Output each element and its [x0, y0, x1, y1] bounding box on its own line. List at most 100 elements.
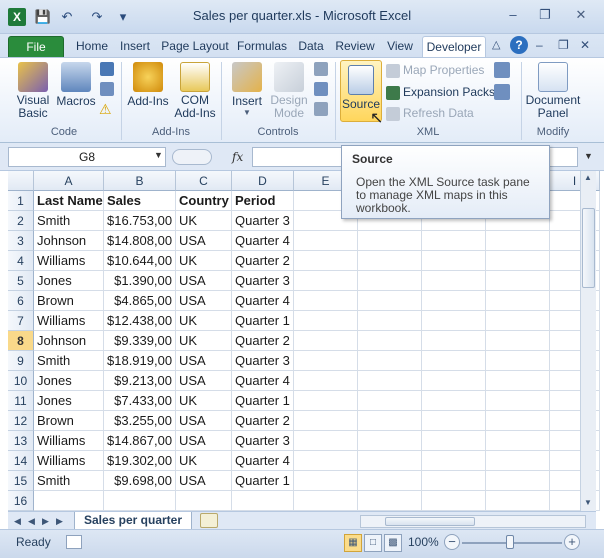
- row-header[interactable]: 15: [8, 471, 34, 491]
- cell[interactable]: [294, 231, 358, 251]
- tab-page-layout[interactable]: Page Layout: [158, 36, 232, 58]
- first-sheet-icon[interactable]: ◀: [12, 514, 23, 528]
- cell[interactable]: Smith: [34, 471, 104, 491]
- macros-button[interactable]: Macros: [56, 62, 96, 108]
- cell[interactable]: UK: [176, 311, 232, 331]
- cell[interactable]: Quarter 3: [232, 211, 294, 231]
- row-header[interactable]: 8: [8, 331, 34, 351]
- cell[interactable]: USA: [176, 351, 232, 371]
- cell[interactable]: [422, 351, 486, 371]
- cell[interactable]: [486, 231, 550, 251]
- cell[interactable]: Quarter 1: [232, 391, 294, 411]
- cell[interactable]: [294, 431, 358, 451]
- scroll-down-icon[interactable]: ▼: [584, 498, 592, 507]
- macro-security-icon[interactable]: ⚠: [99, 102, 115, 116]
- cell[interactable]: Williams: [34, 311, 104, 331]
- chevron-down-icon[interactable]: ▼: [154, 150, 163, 160]
- horizontal-scrollbar[interactable]: [360, 515, 586, 528]
- cell[interactable]: [486, 311, 550, 331]
- view-code-icon[interactable]: [314, 82, 328, 96]
- cell[interactable]: [422, 491, 486, 511]
- cell[interactable]: $14.808,00: [104, 231, 176, 251]
- cell[interactable]: $14.867,00: [104, 431, 176, 451]
- cell[interactable]: Quarter 2: [232, 251, 294, 271]
- cell[interactable]: Brown: [34, 291, 104, 311]
- column-header[interactable]: C: [176, 171, 232, 191]
- tab-home[interactable]: Home: [70, 36, 114, 58]
- cell[interactable]: [232, 491, 294, 511]
- cell[interactable]: Quarter 2: [232, 411, 294, 431]
- cell[interactable]: Quarter 4: [232, 231, 294, 251]
- cell[interactable]: [358, 411, 422, 431]
- cell[interactable]: [422, 231, 486, 251]
- column-header[interactable]: A: [34, 171, 104, 191]
- vertical-scroll-thumb[interactable]: [582, 208, 595, 288]
- tab-view[interactable]: View: [380, 36, 420, 58]
- cell[interactable]: [294, 471, 358, 491]
- last-sheet-icon[interactable]: ▶: [54, 514, 65, 528]
- cell[interactable]: [486, 391, 550, 411]
- prev-sheet-icon[interactable]: ◀: [26, 514, 37, 528]
- cell[interactable]: [294, 351, 358, 371]
- cell[interactable]: Country: [176, 191, 232, 211]
- help-icon[interactable]: ?: [510, 36, 528, 54]
- cell[interactable]: [486, 371, 550, 391]
- cell[interactable]: Quarter 4: [232, 291, 294, 311]
- cell[interactable]: Quarter 3: [232, 271, 294, 291]
- cell[interactable]: [104, 491, 176, 511]
- cell[interactable]: [294, 311, 358, 331]
- relative-references-icon[interactable]: [100, 82, 114, 96]
- cell[interactable]: [358, 391, 422, 411]
- cell[interactable]: [294, 491, 358, 511]
- cell[interactable]: $3.255,00: [104, 411, 176, 431]
- cell[interactable]: [422, 371, 486, 391]
- expand-formula-bar-icon[interactable]: ▼: [584, 151, 593, 161]
- cell[interactable]: Quarter 2: [232, 331, 294, 351]
- zoom-slider-thumb[interactable]: [506, 535, 514, 549]
- cell[interactable]: [358, 271, 422, 291]
- cell[interactable]: UK: [176, 331, 232, 351]
- cell[interactable]: [176, 491, 232, 511]
- cell[interactable]: [358, 311, 422, 331]
- cell[interactable]: Williams: [34, 451, 104, 471]
- cell[interactable]: USA: [176, 471, 232, 491]
- design-mode-button[interactable]: Design Mode: [268, 62, 310, 120]
- row-header[interactable]: 12: [8, 411, 34, 431]
- workbook-minimize-icon[interactable]: –: [536, 38, 543, 52]
- row-header[interactable]: 5: [8, 271, 34, 291]
- import-icon[interactable]: [494, 62, 510, 78]
- workbook-restore-icon[interactable]: ❐: [558, 38, 569, 52]
- horizontal-scroll-thumb[interactable]: [385, 517, 475, 526]
- cell[interactable]: $4.865,00: [104, 291, 176, 311]
- cell[interactable]: [486, 491, 550, 511]
- cell[interactable]: USA: [176, 231, 232, 251]
- cell[interactable]: UK: [176, 451, 232, 471]
- cell[interactable]: [294, 371, 358, 391]
- cell[interactable]: [294, 451, 358, 471]
- cell[interactable]: Last Name: [34, 191, 104, 211]
- row-header[interactable]: 2: [8, 211, 34, 231]
- row-header[interactable]: 10: [8, 371, 34, 391]
- cell[interactable]: UK: [176, 391, 232, 411]
- cell[interactable]: [486, 451, 550, 471]
- cell[interactable]: [358, 491, 422, 511]
- cell[interactable]: Quarter 3: [232, 431, 294, 451]
- cell[interactable]: [422, 291, 486, 311]
- cell[interactable]: UK: [176, 251, 232, 271]
- cell[interactable]: [422, 431, 486, 451]
- cell[interactable]: $9.213,00: [104, 371, 176, 391]
- cell[interactable]: USA: [176, 271, 232, 291]
- sheet-tab[interactable]: Sales per quarter: [74, 512, 192, 530]
- spreadsheet-grid[interactable]: ABCDEFGHI1Last NameSalesCountryPeriod2Sm…: [8, 171, 600, 511]
- document-panel-button[interactable]: Document Panel: [524, 62, 582, 120]
- row-header[interactable]: 1: [8, 191, 34, 211]
- row-header[interactable]: 16: [8, 491, 34, 511]
- insert-control-button[interactable]: Insert ▼: [226, 62, 268, 117]
- cell[interactable]: $18.919,00: [104, 351, 176, 371]
- formula-bar-handle[interactable]: [172, 149, 212, 165]
- insert-sheet-icon[interactable]: [200, 513, 218, 528]
- cell[interactable]: [294, 291, 358, 311]
- cell[interactable]: $9.339,00: [104, 331, 176, 351]
- zoom-out-icon[interactable]: −: [444, 534, 460, 550]
- normal-view-icon[interactable]: ▦: [344, 534, 362, 552]
